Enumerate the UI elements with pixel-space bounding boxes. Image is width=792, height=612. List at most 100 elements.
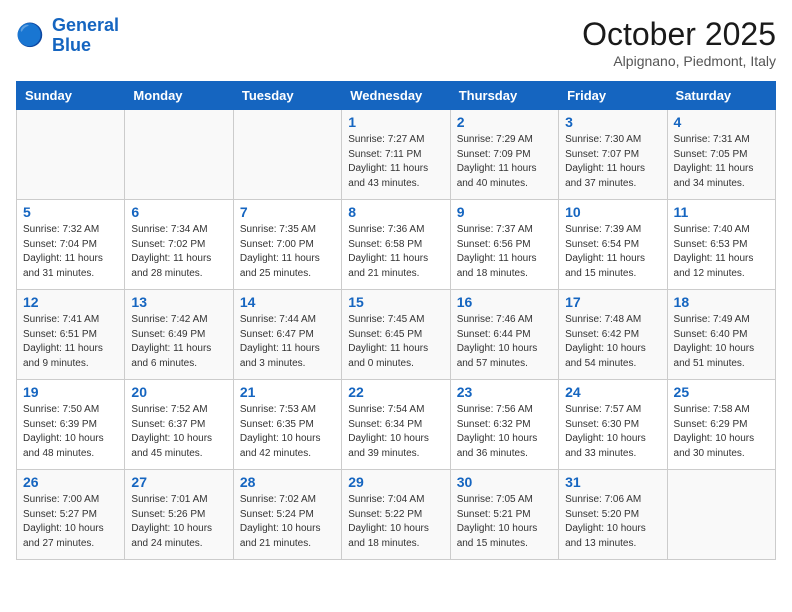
calendar-cell: 14 Sunrise: 7:44 AM Sunset: 6:47 PM Dayli… bbox=[233, 290, 341, 380]
calendar-cell: 24Sunrise: 7:57 AM Sunset: 6:30 PM Dayli… bbox=[559, 380, 667, 470]
calendar-cell: 27 Sunrise: 7:01 AM Sunset: 5:26 PM Dayli… bbox=[125, 470, 233, 560]
day-info: Sunrise: 7:53 AM Sunset: 6:35 PM Dayligh… bbox=[240, 403, 335, 461]
title-area: October 2025 Alpignano, Piedmont, Italy bbox=[582, 16, 776, 69]
day-info: Sunrise: 7:30 AM Sunset: 7:07 PM Dayligh… bbox=[565, 133, 660, 191]
day-number: 20 bbox=[131, 384, 226, 400]
day-number: 22 bbox=[348, 384, 443, 400]
calendar-cell bbox=[125, 110, 233, 200]
day-number: 14 bbox=[240, 294, 335, 310]
day-info: Sunrise: 7:45 AM Sunset: 6:45 PM Dayligh… bbox=[348, 313, 443, 371]
day-info: Sunrise: 7:48 AM Sunset: 6:42 PM Dayligh… bbox=[565, 313, 660, 371]
day-number: 16 bbox=[457, 294, 552, 310]
calendar-cell: 1 Sunrise: 7:27 AM Sunset: 7:11 PM Daylig… bbox=[342, 110, 450, 200]
calendar-cell: 7Sunrise: 7:35 AM Sunset: 7:00 PM Daylig… bbox=[233, 200, 341, 290]
day-number: 6 bbox=[131, 204, 226, 220]
day-number: 4 bbox=[674, 114, 769, 130]
logo: 🔵 General Blue bbox=[16, 16, 119, 56]
day-number: 12 bbox=[23, 294, 118, 310]
day-number: 25 bbox=[674, 384, 769, 400]
header-day-friday: Friday bbox=[559, 82, 667, 110]
calendar-cell: 8 Sunrise: 7:36 AM Sunset: 6:58 PM Daylig… bbox=[342, 200, 450, 290]
week-row-2: 5Sunrise: 7:32 AM Sunset: 7:04 PM Daylig… bbox=[17, 200, 776, 290]
calendar-cell: 25Sunrise: 7:58 AM Sunset: 6:29 PM Dayli… bbox=[667, 380, 775, 470]
calendar-cell: 3 Sunrise: 7:30 AM Sunset: 7:07 PM Daylig… bbox=[559, 110, 667, 200]
day-info: Sunrise: 7:29 AM Sunset: 7:09 PM Dayligh… bbox=[457, 133, 552, 191]
day-info: Sunrise: 7:42 AM Sunset: 6:49 PM Dayligh… bbox=[131, 313, 226, 371]
day-info: Sunrise: 7:05 AM Sunset: 5:21 PM Dayligh… bbox=[457, 493, 552, 551]
calendar-title: October 2025 bbox=[582, 16, 776, 53]
day-number: 9 bbox=[457, 204, 552, 220]
calendar-cell: 5Sunrise: 7:32 AM Sunset: 7:04 PM Daylig… bbox=[17, 200, 125, 290]
day-info: Sunrise: 7:44 AM Sunset: 6:47 PM Dayligh… bbox=[240, 313, 335, 371]
day-number: 13 bbox=[131, 294, 226, 310]
calendar-header-row: SundayMondayTuesdayWednesdayThursdayFrid… bbox=[17, 82, 776, 110]
day-info: Sunrise: 7:00 AM Sunset: 5:27 PM Dayligh… bbox=[23, 493, 118, 551]
day-number: 27 bbox=[131, 474, 226, 490]
week-row-4: 19 Sunrise: 7:50 AM Sunset: 6:39 PM Dayli… bbox=[17, 380, 776, 470]
calendar-table: SundayMondayTuesdayWednesdayThursdayFrid… bbox=[16, 81, 776, 560]
calendar-cell: 31Sunrise: 7:06 AM Sunset: 5:20 PM Dayli… bbox=[559, 470, 667, 560]
calendar-cell: 9 Sunrise: 7:37 AM Sunset: 6:56 PM Daylig… bbox=[450, 200, 558, 290]
day-info: Sunrise: 7:54 AM Sunset: 6:34 PM Dayligh… bbox=[348, 403, 443, 461]
day-info: Sunrise: 7:46 AM Sunset: 6:44 PM Dayligh… bbox=[457, 313, 552, 371]
calendar-cell: 20 Sunrise: 7:52 AM Sunset: 6:37 PM Dayli… bbox=[125, 380, 233, 470]
week-row-1: 1 Sunrise: 7:27 AM Sunset: 7:11 PM Daylig… bbox=[17, 110, 776, 200]
calendar-cell: 22 Sunrise: 7:54 AM Sunset: 6:34 PM Dayli… bbox=[342, 380, 450, 470]
day-number: 30 bbox=[457, 474, 552, 490]
calendar-cell: 29 Sunrise: 7:04 AM Sunset: 5:22 PM Dayli… bbox=[342, 470, 450, 560]
calendar-cell: 11 Sunrise: 7:40 AM Sunset: 6:53 PM Dayli… bbox=[667, 200, 775, 290]
day-number: 28 bbox=[240, 474, 335, 490]
header-day-wednesday: Wednesday bbox=[342, 82, 450, 110]
day-info: Sunrise: 7:01 AM Sunset: 5:26 PM Dayligh… bbox=[131, 493, 226, 551]
day-info: Sunrise: 7:49 AM Sunset: 6:40 PM Dayligh… bbox=[674, 313, 769, 371]
calendar-cell: 23 Sunrise: 7:56 AM Sunset: 6:32 PM Dayli… bbox=[450, 380, 558, 470]
day-info: Sunrise: 7:36 AM Sunset: 6:58 PM Dayligh… bbox=[348, 223, 443, 281]
day-number: 26 bbox=[23, 474, 118, 490]
calendar-cell: 21 Sunrise: 7:53 AM Sunset: 6:35 PM Dayli… bbox=[233, 380, 341, 470]
header-day-saturday: Saturday bbox=[667, 82, 775, 110]
week-row-5: 26 Sunrise: 7:00 AM Sunset: 5:27 PM Dayli… bbox=[17, 470, 776, 560]
day-info: Sunrise: 7:41 AM Sunset: 6:51 PM Dayligh… bbox=[23, 313, 118, 371]
calendar-subtitle: Alpignano, Piedmont, Italy bbox=[582, 53, 776, 69]
day-info: Sunrise: 7:32 AM Sunset: 7:04 PM Dayligh… bbox=[23, 223, 118, 281]
logo-text-line2: Blue bbox=[52, 36, 119, 56]
calendar-cell: 30 Sunrise: 7:05 AM Sunset: 5:21 PM Dayli… bbox=[450, 470, 558, 560]
day-number: 18 bbox=[674, 294, 769, 310]
day-info: Sunrise: 7:39 AM Sunset: 6:54 PM Dayligh… bbox=[565, 223, 660, 281]
day-number: 19 bbox=[23, 384, 118, 400]
day-info: Sunrise: 7:37 AM Sunset: 6:56 PM Dayligh… bbox=[457, 223, 552, 281]
day-number: 3 bbox=[565, 114, 660, 130]
day-number: 11 bbox=[674, 204, 769, 220]
calendar-cell: 28Sunrise: 7:02 AM Sunset: 5:24 PM Dayli… bbox=[233, 470, 341, 560]
day-number: 24 bbox=[565, 384, 660, 400]
day-info: Sunrise: 7:40 AM Sunset: 6:53 PM Dayligh… bbox=[674, 223, 769, 281]
header-day-thursday: Thursday bbox=[450, 82, 558, 110]
day-info: Sunrise: 7:56 AM Sunset: 6:32 PM Dayligh… bbox=[457, 403, 552, 461]
day-number: 15 bbox=[348, 294, 443, 310]
calendar-cell bbox=[667, 470, 775, 560]
day-info: Sunrise: 7:27 AM Sunset: 7:11 PM Dayligh… bbox=[348, 133, 443, 191]
calendar-cell: 12 Sunrise: 7:41 AM Sunset: 6:51 PM Dayli… bbox=[17, 290, 125, 380]
header: 🔵 General Blue October 2025 Alpignano, P… bbox=[16, 16, 776, 69]
calendar-cell bbox=[233, 110, 341, 200]
calendar-cell: 15 Sunrise: 7:45 AM Sunset: 6:45 PM Dayli… bbox=[342, 290, 450, 380]
calendar-cell: 18 Sunrise: 7:49 AM Sunset: 6:40 PM Dayli… bbox=[667, 290, 775, 380]
header-day-tuesday: Tuesday bbox=[233, 82, 341, 110]
calendar-cell: 13 Sunrise: 7:42 AM Sunset: 6:49 PM Dayli… bbox=[125, 290, 233, 380]
day-number: 21 bbox=[240, 384, 335, 400]
header-day-monday: Monday bbox=[125, 82, 233, 110]
day-number: 2 bbox=[457, 114, 552, 130]
day-info: Sunrise: 7:52 AM Sunset: 6:37 PM Dayligh… bbox=[131, 403, 226, 461]
day-number: 17 bbox=[565, 294, 660, 310]
logo-text-line1: General bbox=[52, 16, 119, 36]
day-info: Sunrise: 7:04 AM Sunset: 5:22 PM Dayligh… bbox=[348, 493, 443, 551]
day-number: 23 bbox=[457, 384, 552, 400]
day-number: 29 bbox=[348, 474, 443, 490]
day-number: 8 bbox=[348, 204, 443, 220]
calendar-cell: 17 Sunrise: 7:48 AM Sunset: 6:42 PM Dayli… bbox=[559, 290, 667, 380]
calendar-cell: 2 Sunrise: 7:29 AM Sunset: 7:09 PM Daylig… bbox=[450, 110, 558, 200]
svg-text:🔵: 🔵 bbox=[16, 21, 44, 47]
calendar-cell: 4Sunrise: 7:31 AM Sunset: 7:05 PM Daylig… bbox=[667, 110, 775, 200]
day-number: 1 bbox=[348, 114, 443, 130]
day-info: Sunrise: 7:50 AM Sunset: 6:39 PM Dayligh… bbox=[23, 403, 118, 461]
